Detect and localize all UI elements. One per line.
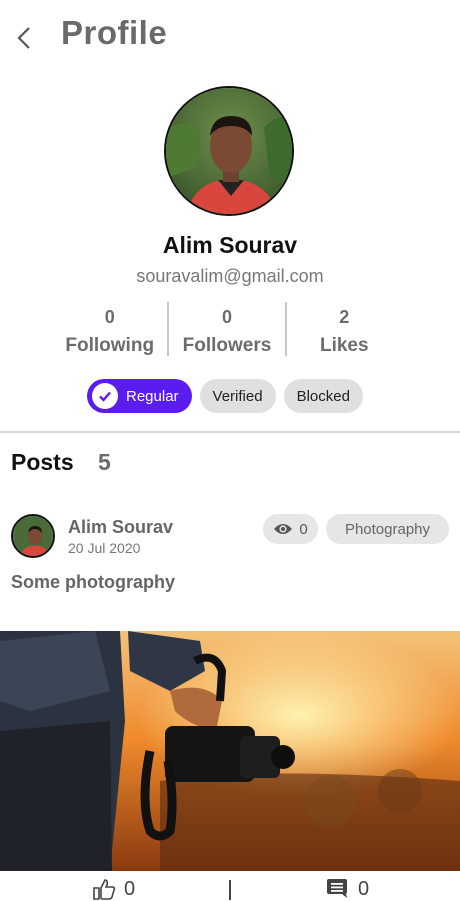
stat-label: Likes (319, 335, 369, 356)
profile-avatar (164, 86, 294, 216)
posts-count: 5 (98, 449, 111, 475)
stat-followers[interactable]: 0 Followers (169, 302, 284, 356)
status-chip-verified[interactable]: Verified (199, 379, 276, 413)
profile-name: Alim Sourav (162, 232, 298, 258)
profile-email: souravalim@gmail.com (136, 266, 324, 286)
actions-divider (229, 880, 231, 900)
post-caption: Some photography (11, 572, 176, 592)
stat-value: 0 (222, 307, 233, 327)
post-actions: 0 0 (0, 872, 460, 900)
posts-title: Posts (11, 449, 74, 475)
profile-stats: 0 Following 0 Followers 2 Likes (52, 302, 402, 356)
post-author-name[interactable]: Alim Sourav (68, 517, 173, 538)
stat-value: 0 (104, 307, 115, 327)
check-circle-icon (92, 383, 118, 409)
post-views: 0 (263, 514, 318, 544)
status-chip-label: Blocked (296, 387, 350, 405)
comments-count: 0 (358, 878, 370, 900)
page-title: Profile (61, 14, 168, 51)
thumbs-up-icon (93, 879, 116, 900)
stat-following[interactable]: 0 Following (52, 302, 167, 356)
stat-likes[interactable]: 2 Likes (287, 302, 402, 356)
post-category-chip[interactable]: Photography (326, 514, 449, 544)
stat-label: Followers (182, 335, 272, 356)
status-chip-label: Regular (126, 387, 179, 405)
category-label: Photography (344, 520, 431, 538)
stat-value: 2 (339, 307, 350, 327)
post-author-avatar[interactable] (11, 514, 55, 558)
eye-icon (274, 524, 293, 534)
comment-button[interactable]: 0 (326, 878, 369, 901)
status-chip-regular[interactable]: Regular (87, 379, 192, 413)
status-chips: Regular Verified Blocked (87, 379, 363, 413)
post-image[interactable] (0, 631, 460, 871)
top-bar: Profile (0, 0, 460, 72)
like-button[interactable]: 0 (92, 878, 135, 901)
comment-icon (327, 879, 347, 898)
post-date: 20 Jul 2020 (68, 540, 141, 556)
views-count: 0 (299, 520, 308, 538)
back-button[interactable] (10, 22, 38, 54)
stat-label: Following (65, 335, 155, 356)
section-divider (0, 431, 460, 433)
chevron-left-icon (17, 27, 30, 49)
status-chip-label: Verified (212, 387, 263, 405)
status-chip-blocked[interactable]: Blocked (283, 379, 363, 413)
likes-count: 0 (124, 878, 136, 900)
